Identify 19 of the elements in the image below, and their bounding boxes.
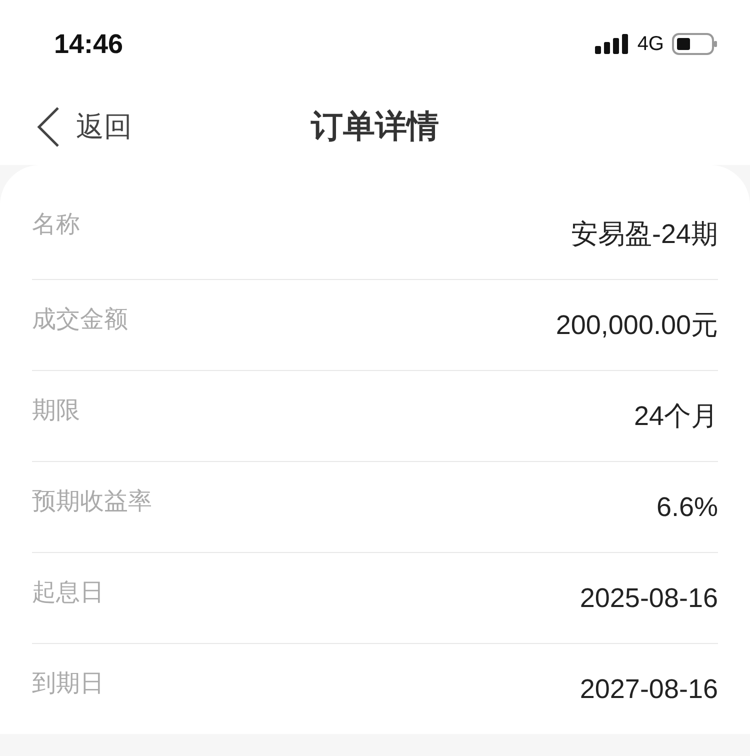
network-type: 4G: [637, 32, 664, 56]
status-time: 14:46: [54, 28, 124, 60]
field-label: 预期收益率: [32, 486, 152, 517]
back-button[interactable]: 返回: [36, 106, 132, 148]
field-value: 6.6%: [656, 492, 718, 522]
battery-icon: [672, 33, 718, 55]
field-value: 2027-08-16: [580, 674, 718, 704]
field-label: 成交金额: [32, 304, 128, 335]
back-icon: [36, 106, 60, 148]
field-value: 2025-08-16: [580, 582, 718, 614]
page-title: 订单详情: [311, 106, 439, 146]
field-value: 24个月: [634, 400, 718, 433]
field-label: 到期日: [32, 668, 104, 699]
field-label: 名称: [32, 209, 80, 240]
signal-icon: [595, 34, 630, 54]
field-label: 期限: [32, 395, 80, 426]
field-value: 安易盈-24期: [570, 218, 718, 251]
field-label: 起息日: [32, 577, 104, 608]
field-value: 200,000.00元: [556, 309, 718, 342]
